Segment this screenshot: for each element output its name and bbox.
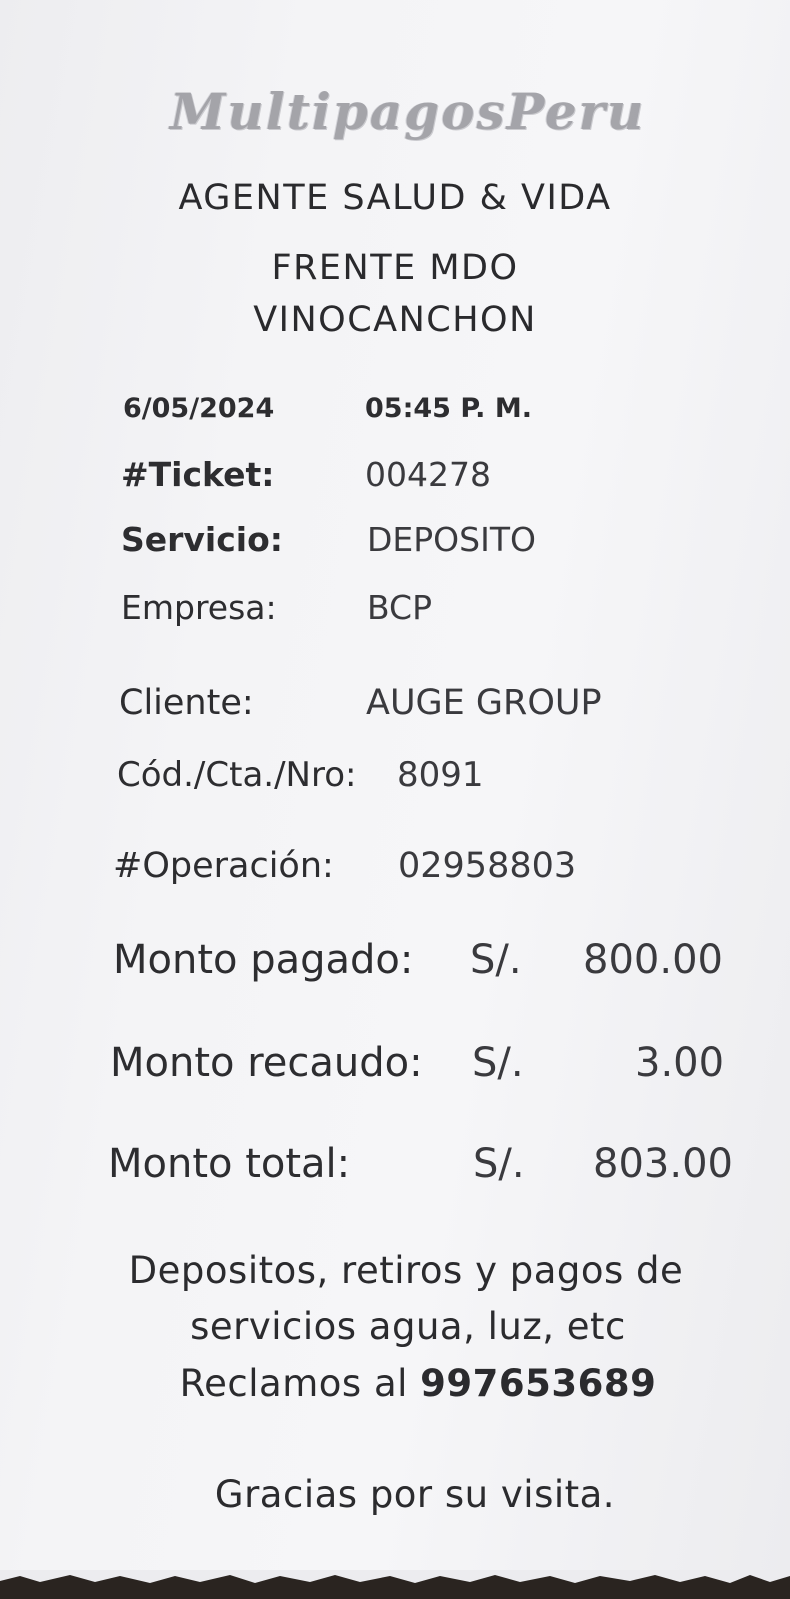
- amount-paid-value: 800.00: [583, 937, 723, 983]
- amount-total-label: Monto total:: [108, 1141, 351, 1187]
- service-label: Servicio:: [121, 520, 283, 559]
- operation-value: 02958803: [398, 846, 577, 886]
- account-value: 8091: [397, 755, 484, 795]
- ticket-number: 004278: [365, 455, 491, 494]
- multipagos-logo: MultipagosPeru: [170, 82, 646, 141]
- thanks-message: Gracias por su visita.: [214, 1473, 616, 1516]
- claims-phone: 997653689: [420, 1362, 657, 1405]
- service-value: DEPOSITO: [367, 520, 536, 559]
- receipt-date: 6/05/2024: [123, 393, 275, 424]
- address-line-1: FRENTE MDO: [271, 248, 519, 288]
- footer-services-line: Depositos, retiros y pagos de: [128, 1249, 684, 1292]
- ticket-label: #Ticket:: [121, 455, 275, 494]
- account-label: Cód./Cta./Nro:: [117, 755, 357, 795]
- amount-paid-currency: S/.: [470, 937, 522, 983]
- amount-total-value: 803.00: [593, 1141, 733, 1187]
- client-value: AUGE GROUP: [366, 683, 602, 723]
- client-label: Cliente:: [119, 683, 254, 723]
- address-line-2: VINOCANCHON: [253, 300, 537, 340]
- company-value: BCP: [367, 588, 433, 627]
- company-label: Empresa:: [121, 588, 277, 627]
- footer-claims-line: Reclamos al 997653689: [0, 1362, 790, 1405]
- amount-fee-label: Monto recaudo:: [110, 1040, 423, 1086]
- claims-prefix: Reclamos al: [179, 1362, 421, 1405]
- receipt-time: 05:45 P. M.: [365, 393, 532, 424]
- agent-name: AGENTE SALUD & VIDA: [178, 178, 612, 218]
- amount-paid-label: Monto pagado:: [113, 937, 414, 983]
- amount-fee-value: 3.00: [635, 1040, 725, 1086]
- amount-fee-currency: S/.: [472, 1040, 524, 1086]
- receipt-torn-edge: [0, 1570, 790, 1599]
- amount-total-currency: S/.: [473, 1141, 525, 1187]
- operation-label: #Operación:: [113, 846, 334, 886]
- footer-services-line-2: servicios agua, luz, etc: [190, 1305, 626, 1348]
- receipt-paper: MultipagosPeru AGENTE SALUD & VIDA FRENT…: [0, 0, 790, 1578]
